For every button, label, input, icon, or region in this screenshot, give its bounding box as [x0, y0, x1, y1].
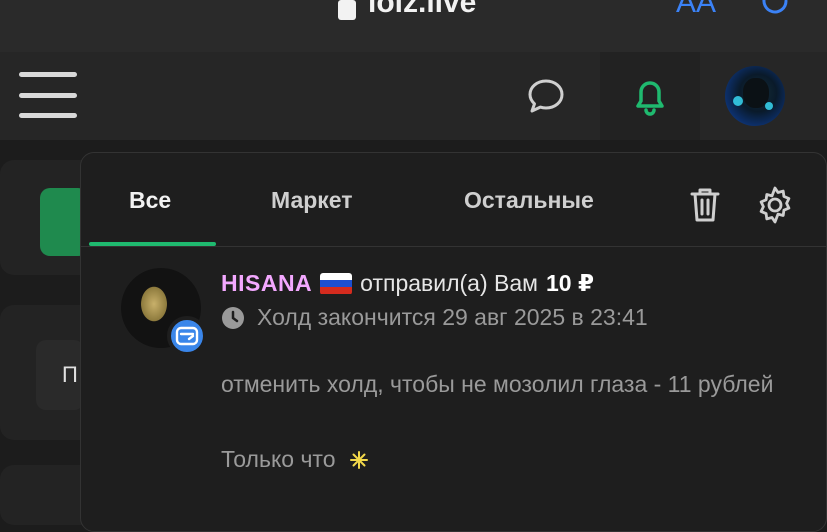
bell-icon [636, 81, 664, 116]
text-size-button[interactable]: AA [676, 0, 716, 20]
transfer-badge-icon [167, 316, 207, 356]
notification-item[interactable]: HISANA отправил(а) Вам 10 ₽ Холд закончи… [81, 248, 826, 498]
chat-icon[interactable] [526, 77, 566, 120]
time-text: Только что [221, 446, 336, 472]
transfer-comment: отменить холд, чтобы не мозолил глаза - … [221, 371, 774, 397]
notification-time: Только что [221, 446, 368, 473]
clock-icon [222, 306, 244, 329]
sparkle-icon [349, 450, 368, 469]
trash-icon[interactable] [687, 185, 723, 230]
sender-username[interactable]: HISANA [221, 270, 312, 297]
active-tab-indicator [89, 242, 216, 246]
user-avatar[interactable] [725, 66, 785, 126]
site-header [0, 52, 827, 140]
lock-icon [338, 0, 356, 20]
tab-market[interactable]: Маркет [271, 187, 353, 214]
russia-flag-icon [320, 272, 353, 295]
gear-icon[interactable] [755, 185, 795, 230]
notifications-button[interactable] [600, 52, 700, 140]
hold-text: Холд закончится 29 авг 2025 в 23:41 [257, 304, 648, 330]
url-text: lolz.live [368, 0, 477, 19]
browser-url-bar[interactable]: lolz.live AA [0, 0, 827, 52]
notifications-dropdown: Все Маркет Остальные HISANA отправил(а) … [80, 152, 827, 532]
transfer-amount: 10 ₽ [545, 270, 594, 296]
tab-other[interactable]: Остальные [464, 187, 594, 214]
menu-icon[interactable] [19, 72, 77, 118]
background-button: П [36, 340, 84, 410]
hold-info: Холд закончится 29 авг 2025 в 23:41 [221, 304, 648, 331]
notification-tabs: Все Маркет Остальные [81, 153, 826, 247]
reload-icon[interactable] [758, 0, 792, 23]
tab-all[interactable]: Все [129, 187, 171, 214]
notification-message: отправил(а) Вам [360, 270, 538, 296]
notification-title: HISANA отправил(а) Вам 10 ₽ [221, 270, 594, 297]
url-display[interactable]: lolz.live [338, 0, 476, 20]
